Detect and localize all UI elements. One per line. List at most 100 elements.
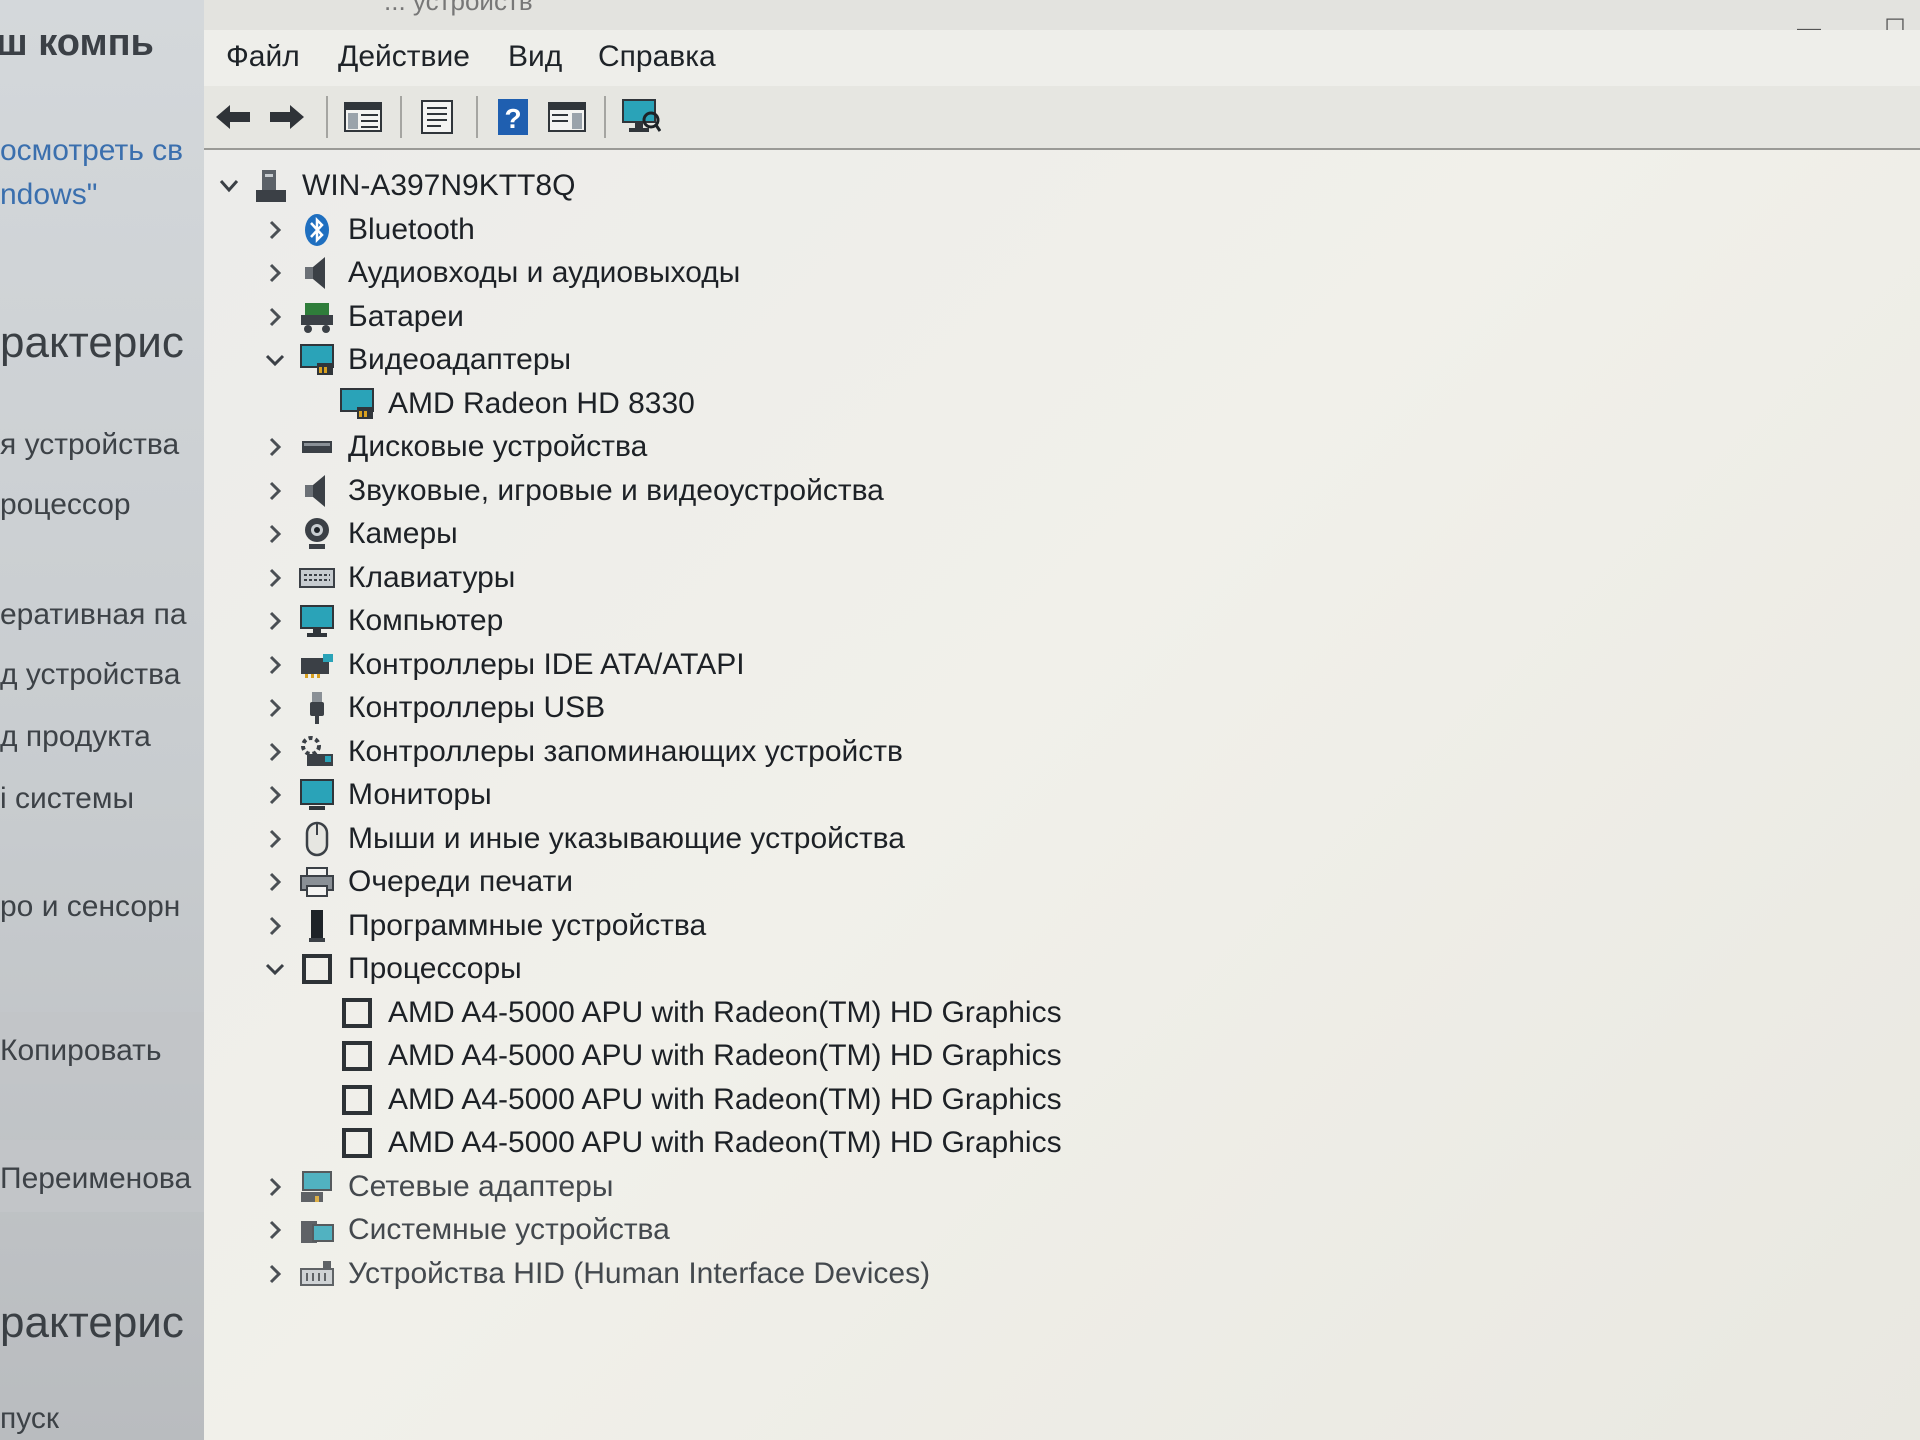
- forward-icon[interactable]: [264, 94, 310, 140]
- tree-category[interactable]: Системные устройства: [260, 1210, 670, 1250]
- scan-hardware-icon[interactable]: [618, 94, 664, 140]
- camera-icon: [298, 515, 336, 553]
- tree-category[interactable]: Очереди печати: [260, 862, 573, 902]
- chevron-right-icon[interactable]: [260, 297, 290, 337]
- tree-category-label: Аудиовходы и аудиовыходы: [348, 256, 741, 289]
- tree-category[interactable]: Мыши и иные указывающие устройства: [260, 819, 905, 859]
- tree-category[interactable]: Bluetooth: [260, 210, 475, 250]
- device-tree[interactable]: WIN-A397N9KTT8Q Bluetooth Аудиовходы и ау…: [204, 150, 1920, 1440]
- toolbar-separator: [326, 96, 328, 138]
- tree-category[interactable]: Компьютер: [260, 601, 503, 641]
- menu-view[interactable]: Вид: [500, 36, 570, 78]
- tree-root-label: WIN-A397N9KTT8Q: [302, 169, 576, 202]
- system-devices-icon: [298, 1211, 336, 1249]
- chevron-right-icon[interactable]: [260, 514, 290, 554]
- bg-copy-button[interactable]: Копировать: [0, 1034, 162, 1068]
- tree-category-label: Системные устройства: [348, 1213, 670, 1246]
- chevron-right-icon[interactable]: [260, 1254, 290, 1294]
- tree-category[interactable]: Устройства HID (Human Interface Devices): [260, 1254, 930, 1294]
- device-manager-window: ... устройств — ☐ Файл Действие Вид Спра…: [204, 0, 1920, 1440]
- svg-text:?: ?: [504, 103, 521, 134]
- mouse-icon: [298, 820, 336, 858]
- chevron-right-icon[interactable]: [260, 427, 290, 467]
- disk-drive-icon: [298, 428, 336, 466]
- software-device-icon: [298, 907, 336, 945]
- tree-category[interactable]: Батареи: [260, 297, 464, 337]
- tree-category-label: Мыши и иные указывающие устройства: [348, 821, 905, 855]
- bg-item: д продукта: [0, 720, 151, 753]
- background-system-window: ш компь осмотреть св ndows" рактерис я у…: [0, 0, 206, 1440]
- bg-item: і системы: [0, 782, 135, 815]
- tree-category[interactable]: Сетевые адаптеры: [260, 1167, 613, 1207]
- tree-category-label: Клавиатуры: [348, 560, 516, 594]
- tree-device[interactable]: AMD A4-5000 APU with Radeon(TM) HD Graph…: [300, 993, 1062, 1033]
- chevron-right-icon[interactable]: [260, 862, 290, 902]
- chevron-down-icon[interactable]: [260, 949, 290, 989]
- chevron-right-icon[interactable]: [260, 688, 290, 728]
- tree-category[interactable]: Клавиатуры: [260, 558, 515, 598]
- tree-category[interactable]: Контроллеры IDE ATA/ATAPI: [260, 645, 745, 685]
- bg-window-title: ш компь: [0, 22, 154, 64]
- tree-category[interactable]: Видеоадаптеры: [260, 340, 571, 380]
- chevron-right-icon[interactable]: [260, 906, 290, 946]
- chevron-down-icon[interactable]: [260, 340, 290, 380]
- action-pane-icon[interactable]: [544, 94, 590, 140]
- menu-file[interactable]: Файл: [218, 36, 308, 78]
- tree-category-label: Камеры: [348, 517, 458, 550]
- chevron-right-icon[interactable]: [260, 558, 290, 598]
- tree-category-label: Видеоадаптеры: [348, 343, 572, 376]
- tree-category[interactable]: Аудиовходы и аудиовыходы: [260, 253, 740, 293]
- menu-help[interactable]: Справка: [590, 36, 724, 78]
- tree-category[interactable]: Контроллеры USB: [260, 688, 605, 728]
- console-tree-icon[interactable]: [340, 94, 386, 140]
- help-icon[interactable]: ?: [490, 94, 536, 140]
- chevron-right-icon[interactable]: [260, 601, 290, 641]
- bg-rename-button[interactable]: Переименова: [0, 1162, 191, 1196]
- tree-device[interactable]: AMD Radeon HD 8330: [300, 384, 695, 424]
- chevron-right-icon[interactable]: [260, 645, 290, 685]
- tree-root[interactable]: WIN-A397N9KTT8Q: [214, 166, 575, 206]
- chevron-right-icon[interactable]: [260, 775, 290, 815]
- tree-device-label: AMD A4-5000 APU with Radeon(TM) HD Graph…: [388, 1126, 1062, 1159]
- storage-controller-icon: [298, 733, 336, 771]
- chevron-right-icon[interactable]: [260, 1167, 290, 1207]
- usb-icon: [298, 689, 336, 727]
- tree-device[interactable]: AMD A4-5000 APU with Radeon(TM) HD Graph…: [300, 1080, 1062, 1120]
- tree-category[interactable]: Контроллеры запоминающих устройств: [260, 732, 903, 772]
- chevron-right-icon[interactable]: [260, 210, 290, 250]
- processor-icon: [338, 1037, 376, 1075]
- tree-device-label: AMD A4-5000 APU with Radeon(TM) HD Graph…: [388, 1082, 1062, 1116]
- bg-link-line-2[interactable]: ndows": [0, 178, 97, 212]
- chevron-right-icon[interactable]: [260, 471, 290, 511]
- chevron-right-icon[interactable]: [260, 819, 290, 859]
- back-icon[interactable]: [210, 94, 256, 140]
- tree-category[interactable]: Камеры: [260, 514, 458, 554]
- toolbar-separator: [604, 96, 606, 138]
- tree-category[interactable]: Программные устройства: [260, 906, 706, 946]
- tree-category-label: Процессоры: [348, 952, 522, 985]
- tree-category[interactable]: Звуковые, игровые и видеоустройства: [260, 471, 884, 511]
- tree-device[interactable]: AMD A4-5000 APU with Radeon(TM) HD Graph…: [300, 1036, 1062, 1076]
- toolbar-separator: [400, 96, 402, 138]
- chevron-right-icon[interactable]: [260, 253, 290, 293]
- monitor-icon: [298, 776, 336, 814]
- tree-category[interactable]: Дисковые устройства: [260, 427, 647, 467]
- chevron-right-icon[interactable]: [260, 732, 290, 772]
- tree-category-label: Контроллеры USB: [348, 691, 606, 724]
- properties-icon[interactable]: [414, 94, 460, 140]
- processor-icon: [338, 1081, 376, 1119]
- chevron-down-icon[interactable]: [214, 166, 244, 206]
- title-bar[interactable]: ... устройств — ☐: [204, 0, 1920, 42]
- tree-category[interactable]: Мониторы: [260, 775, 492, 815]
- tree-device-label: AMD Radeon HD 8330: [388, 386, 695, 420]
- tree-category[interactable]: Процессоры: [260, 949, 522, 989]
- tree-category-label: Звуковые, игровые и видеоустройства: [348, 473, 884, 507]
- chevron-right-icon[interactable]: [260, 1210, 290, 1250]
- ide-controller-icon: [298, 646, 336, 684]
- tree-category-label: Батареи: [348, 299, 464, 333]
- bg-link-line-1[interactable]: осмотреть св: [0, 134, 183, 168]
- tree-device[interactable]: AMD A4-5000 APU with Radeon(TM) HD Graph…: [300, 1123, 1062, 1163]
- menu-action[interactable]: Действие: [330, 36, 478, 78]
